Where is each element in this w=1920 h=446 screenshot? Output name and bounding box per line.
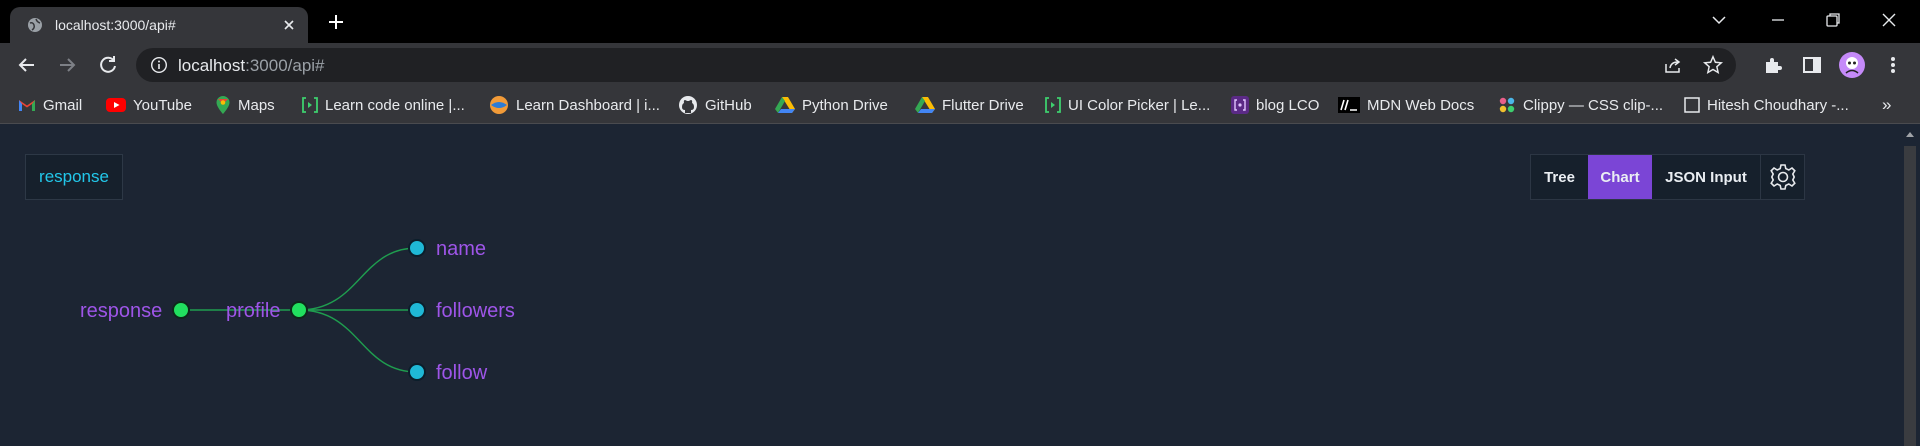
app-page: response Tree Chart JSON Input response … <box>0 124 1920 446</box>
settings-button[interactable] <box>1760 155 1804 199</box>
node-label-profile: profile <box>226 300 280 322</box>
bookmark-label: YouTube <box>133 96 192 114</box>
side-panel-icon[interactable] <box>1800 53 1824 77</box>
extensions-icon[interactable] <box>1761 53 1785 77</box>
bookmark-star-icon[interactable] <box>1702 54 1724 76</box>
bookmark-hitesh[interactable]: Hitesh Choudhary -... <box>1684 87 1849 123</box>
json-tree-chart: response profile name followers follow <box>80 238 515 384</box>
bookmark-python-drive[interactable]: Python Drive <box>775 87 888 123</box>
youtube-icon <box>106 98 126 112</box>
tree-node-profile[interactable] <box>290 301 308 319</box>
url-text[interactable]: localhost:3000/api# <box>178 56 325 76</box>
view-switcher: Tree Chart JSON Input <box>1530 154 1805 200</box>
clippy-icon <box>1499 97 1515 113</box>
tree-node-followers[interactable] <box>408 301 426 319</box>
view-chart-button[interactable]: Chart <box>1588 155 1652 199</box>
close-tab-icon[interactable] <box>280 16 298 34</box>
node-label-response: response <box>80 300 162 322</box>
tab-strip: localhost:3000/api# <box>0 0 1920 43</box>
view-json-input-button[interactable]: JSON Input <box>1652 155 1760 199</box>
learncodeonline-icon <box>302 97 318 113</box>
tab-search-icon[interactable] <box>1709 10 1729 30</box>
bookmark-label: blog LCO <box>1256 96 1320 114</box>
bookmarks-bar: Gmail YouTube Maps Learn code online |..… <box>0 87 1920 124</box>
back-icon[interactable] <box>15 53 39 77</box>
node-label-follow: follow <box>436 362 488 384</box>
tree-edge <box>298 247 418 311</box>
bookmark-label: Hitesh Choudhary -... <box>1707 96 1849 114</box>
browser-menu-icon[interactable] <box>1881 53 1905 77</box>
bookmark-flutter-drive[interactable]: Flutter Drive <box>915 87 1024 123</box>
forward-icon[interactable] <box>55 53 79 77</box>
browser-tab[interactable]: localhost:3000/api# <box>10 7 308 43</box>
ineuron-icon <box>490 96 508 114</box>
bookmark-label: Maps <box>238 96 275 114</box>
tree-edge <box>298 309 418 373</box>
tree-node-name[interactable] <box>408 239 426 257</box>
bookmark-label: Python Drive <box>802 96 888 114</box>
share-icon[interactable] <box>1663 55 1683 75</box>
tree-node-response[interactable] <box>172 301 190 319</box>
bookmark-maps[interactable]: Maps <box>215 87 275 123</box>
bookmark-label: MDN Web Docs <box>1367 96 1475 114</box>
bookmark-clippy[interactable]: Clippy — CSS clip-... <box>1498 87 1663 123</box>
scrollbar[interactable] <box>1900 124 1920 446</box>
bookmark-label: UI Color Picker | Le... <box>1068 96 1211 114</box>
reload-icon[interactable] <box>96 53 120 77</box>
bookmark-label: Gmail <box>43 96 83 114</box>
bookmark-github[interactable]: GitHub <box>678 87 752 123</box>
bookmark-label: Learn code online |... <box>325 96 465 114</box>
bookmark-blog-lco[interactable]: blog LCO <box>1231 87 1319 123</box>
more-bookmarks-icon[interactable]: » <box>1882 95 1891 115</box>
bookmark-label: Flutter Drive <box>942 96 1024 114</box>
node-label-followers: followers <box>436 300 515 322</box>
bookmark-label: Clippy — CSS clip-... <box>1523 96 1664 114</box>
tab-title: localhost:3000/api# <box>55 17 176 33</box>
scroll-up-icon[interactable] <box>1905 129 1915 139</box>
bookmark-label: GitHub <box>705 96 752 114</box>
tree-node-follow[interactable] <box>408 363 426 381</box>
gear-icon <box>1769 164 1796 190</box>
scrollbar-thumb[interactable] <box>1904 146 1916 446</box>
profile-avatar-icon[interactable] <box>1838 51 1866 79</box>
page-icon <box>1684 97 1700 113</box>
learncodeonline-icon <box>1045 97 1061 113</box>
github-icon <box>679 96 697 114</box>
bookmark-youtube[interactable]: YouTube <box>106 87 192 123</box>
address-bar[interactable]: localhost:3000/api# <box>136 48 1736 82</box>
info-icon[interactable] <box>150 56 168 74</box>
bookmark-mdn[interactable]: MDN Web Docs <box>1338 87 1474 123</box>
bookmark-learn-dashboard[interactable]: Learn Dashboard | i... <box>489 87 660 123</box>
close-window-icon[interactable] <box>1879 10 1899 30</box>
restore-icon[interactable] <box>1823 10 1843 30</box>
maps-icon <box>216 96 230 114</box>
mdn-icon <box>1338 97 1360 113</box>
bookmark-learncodeonline[interactable]: Learn code online |... <box>302 87 465 123</box>
bookmark-gmail[interactable]: Gmail <box>18 87 82 123</box>
view-tree-button[interactable]: Tree <box>1531 155 1588 199</box>
bookmark-label: Learn Dashboard | i... <box>516 96 660 114</box>
minimize-icon[interactable] <box>1768 10 1788 30</box>
browser-toolbar: localhost:3000/api# <box>0 43 1920 87</box>
drive-icon <box>915 97 935 113</box>
gmail-icon <box>19 100 35 111</box>
node-label-name: name <box>436 238 486 260</box>
lco-blog-icon <box>1231 96 1249 114</box>
drive-icon <box>775 97 795 113</box>
bookmark-ui-color-picker[interactable]: UI Color Picker | Le... <box>1045 87 1210 123</box>
new-tab-icon[interactable] <box>326 12 346 32</box>
globe-icon <box>28 18 42 32</box>
